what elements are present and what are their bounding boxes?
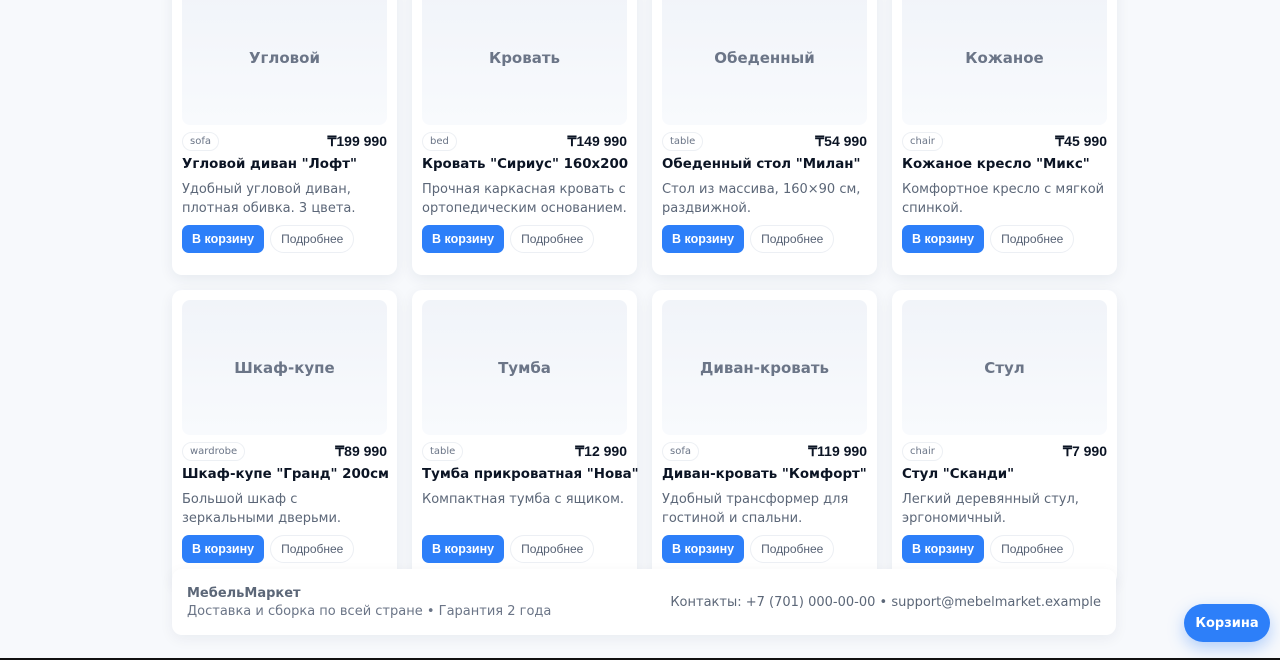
product-price: ₸45 990 [1055,132,1107,149]
footer-brand: МебельМаркет [187,586,301,601]
product-card: Диван-кровать sofa ₸119 990 Диван-кроват… [652,290,877,585]
product-image[interactable]: Кожаное [902,0,1107,125]
add-to-cart-button[interactable]: В корзину [662,225,745,253]
product-price: ₸12 990 [575,442,627,459]
details-button[interactable]: Подробнее [990,535,1075,563]
product-image[interactable]: Стул [902,300,1107,435]
product-title[interactable]: Стул "Сканди" [902,467,1107,482]
product-description: Прочная каркасная кровать с ортопедическ… [422,182,627,216]
details-button[interactable]: Подробнее [510,535,595,563]
product-price: ₸89 990 [335,442,387,459]
product-image[interactable]: Шкаф-купе [182,300,387,435]
product-price: ₸199 990 [327,132,387,149]
product-description: Удобный угловой диван, плотная обивка. 3… [182,182,356,216]
product-card: Угловой sofa ₸199 990 Угловой диван "Лоф… [172,0,397,275]
details-button[interactable]: Подробнее [990,225,1075,253]
product-image[interactable]: Тумба [422,300,627,435]
product-image[interactable]: Кровать [422,0,627,125]
product-card: Кровать bed ₸149 990 Кровать "Сириус" 16… [412,0,637,275]
product-card: Обеденный table ₸54 990 Обеденный стол "… [652,0,877,275]
product-title[interactable]: Шкаф-купе "Гранд" 200см [182,467,389,482]
product-price: ₸7 990 [1063,442,1107,459]
product-card: Стул chair ₸7 990 Стул "Сканди" Легкий д… [892,290,1117,585]
add-to-cart-button[interactable]: В корзину [182,225,265,253]
category-tag: table [422,441,464,461]
product-price: ₸119 990 [808,442,867,459]
category-tag: chair [902,441,943,461]
product-price: ₸149 990 [567,132,627,149]
product-description: Большой шкаф с зеркальными дверьми. [182,492,342,526]
details-button[interactable]: Подробнее [510,225,595,253]
footer-contacts: Контакты: +7 (701) 000-00-00 • support@m… [670,595,1101,610]
product-description: Компактная тумба с ящиком. [422,492,625,507]
category-tag: bed [422,131,457,151]
product-image[interactable]: Угловой [182,0,387,125]
category-tag: table [662,131,704,151]
product-image-label: Кожаное [965,48,1044,67]
product-image[interactable]: Обеденный [662,0,867,125]
product-image-label: Шкаф-купе [234,358,335,377]
product-description: Легкий деревянный стул, эргономичный. [902,492,1079,526]
add-to-cart-button[interactable]: В корзину [422,225,505,253]
product-image-label: Тумба [498,358,551,377]
footer-subtitle: Доставка и сборка по всей стране • Гаран… [187,604,552,619]
product-title[interactable]: Диван-кровать "Комфорт" [662,467,867,482]
product-image[interactable]: Диван-кровать [662,300,867,435]
product-image-label: Угловой [248,48,320,67]
product-description: Стол из массива, 160×90 см, раздвижной. [662,182,861,216]
category-tag: wardrobe [182,441,246,461]
product-title[interactable]: Кожаное кресло "Микс" [902,157,1107,172]
add-to-cart-button[interactable]: В корзину [902,225,985,253]
product-card: Тумба table ₸12 990 Тумба прикроватная "… [412,290,639,585]
product-card: Кожаное chair ₸45 990 Кожаное кресло "Ми… [892,0,1117,275]
product-title[interactable]: Обеденный стол "Милан" [662,157,867,172]
add-to-cart-button[interactable]: В корзину [182,535,265,563]
floating-cart-button[interactable]: Корзина [1184,604,1270,642]
product-image-label: Стул [984,358,1025,377]
add-to-cart-button[interactable]: В корзину [422,535,505,563]
details-button[interactable]: Подробнее [750,535,835,563]
add-to-cart-button[interactable]: В корзину [902,535,985,563]
product-grid: Угловой sofa ₸199 990 Угловой диван "Лоф… [172,0,1117,585]
details-button[interactable]: Подробнее [270,535,355,563]
product-image-label: Диван-кровать [699,358,830,377]
product-card: Шкаф-купе wardrobe ₸89 990 Шкаф-купе "Гр… [172,290,397,585]
category-tag: sofa [182,131,219,151]
product-description: Удобный трансформер для гостиной и спаль… [662,492,849,526]
site-footer: МебельМаркет Доставка и сборка по всей с… [172,569,1116,635]
product-title[interactable]: Тумба прикроватная "Нова" [422,467,639,482]
product-description: Комфортное кресло с мягкой спинкой. [902,182,1105,216]
details-button[interactable]: Подробнее [270,225,355,253]
product-title[interactable]: Угловой диван "Лофт" [182,157,387,172]
category-tag: sofa [662,441,699,461]
product-title[interactable]: Кровать "Сириус" 160x200 [422,157,628,172]
add-to-cart-button[interactable]: В корзину [662,535,745,563]
category-tag: chair [902,131,943,151]
product-price: ₸54 990 [815,132,867,149]
product-image-label: Кровать [488,48,561,67]
product-image-label: Обеденный [714,48,815,67]
details-button[interactable]: Подробнее [750,225,835,253]
